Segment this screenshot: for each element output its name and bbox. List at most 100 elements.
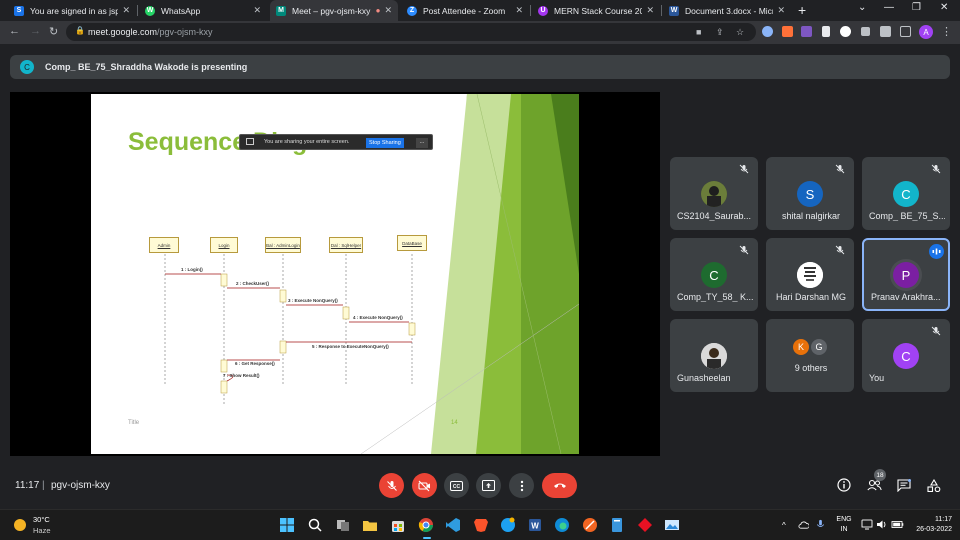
cloud-icon[interactable]	[798, 519, 809, 530]
lifeline-label-bal: Bal : AdminLogin	[265, 237, 301, 253]
minimize-icon[interactable]: —	[884, 2, 894, 13]
camera-toggle-button[interactable]	[412, 473, 437, 498]
participant-tile[interactable]: C Comp_ BE_75_S...	[862, 157, 950, 230]
photos-icon[interactable]	[664, 517, 680, 533]
mic-off-icon	[931, 326, 941, 336]
store-icon[interactable]	[390, 517, 406, 533]
lifeline-text: DataBase	[402, 240, 422, 246]
weather-sun-icon[interactable]	[14, 519, 26, 531]
tab-mern-course[interactable]: U MERN Stack Course 2022 - ✕	[532, 0, 660, 21]
extension-icon[interactable]	[762, 26, 773, 37]
captions-button[interactable]: CC	[444, 473, 469, 498]
close-window-icon[interactable]: ✕	[940, 2, 948, 13]
participant-tile[interactable]: C Comp_TY_58_ K...	[670, 238, 758, 311]
extension-icon[interactable]	[861, 27, 870, 36]
restore-icon[interactable]: ❐	[912, 2, 921, 13]
participant-tile[interactable]: P Pranav Arakhra...	[862, 238, 950, 311]
tab-divider	[661, 5, 662, 16]
tab-search-icon[interactable]: ⌄	[858, 2, 866, 13]
mic-toggle-button[interactable]	[379, 473, 404, 498]
region-indicator[interactable]: IN	[835, 526, 853, 533]
tab-close-icon[interactable]: ✕	[777, 5, 785, 16]
stop-sharing-button[interactable]: Stop Sharing	[366, 138, 404, 148]
leave-call-button[interactable]	[542, 473, 577, 498]
tab-document[interactable]: W Document 3.docx - Microsoft ✕	[663, 0, 791, 21]
vscode-icon[interactable]	[445, 517, 461, 533]
participant-tile[interactable]: S shital nalgirkar	[766, 157, 854, 230]
url-host: meet.google.com	[88, 27, 158, 37]
clock-time[interactable]: 11:17	[912, 516, 952, 523]
language-indicator[interactable]: ENG	[835, 516, 853, 523]
participant-tile[interactable]: Hari Darshan MG	[766, 238, 854, 311]
tab-close-icon[interactable]: ✕	[122, 5, 130, 16]
extension-icon[interactable]	[822, 26, 830, 37]
file-explorer-icon[interactable]	[362, 517, 378, 533]
meeting-details-button[interactable]	[836, 477, 852, 493]
app-icon[interactable]	[582, 517, 598, 533]
presentation-stage[interactable]: Sequence Diagram Admin Login Bal : Admin…	[10, 92, 660, 456]
keep-calm-poster-icon	[797, 262, 823, 288]
tab-whatsapp[interactable]: W WhatsApp ✕	[139, 0, 267, 21]
lock-icon[interactable]: 🔒	[75, 26, 85, 35]
participant-tile[interactable]: Gunasheelan	[670, 319, 758, 392]
word-icon[interactable]: W	[527, 517, 543, 533]
app-icon[interactable]	[609, 517, 625, 533]
extension-icon[interactable]	[782, 26, 793, 37]
app-icon[interactable]	[637, 517, 653, 533]
lifeline-label-admin: Admin	[149, 237, 179, 253]
new-tab-button[interactable]: +	[798, 2, 806, 18]
tab-close-icon[interactable]: ✕	[384, 5, 392, 16]
browser-menu-icon[interactable]: ⋮	[941, 25, 952, 38]
app-icon[interactable]	[500, 517, 516, 533]
search-icon[interactable]	[307, 517, 323, 533]
weather-temperature[interactable]: 30°C	[33, 515, 50, 524]
microphone-icon[interactable]	[815, 519, 826, 530]
tab-jspm[interactable]: S You are signed in as jspm ✕	[8, 0, 136, 21]
participant-name: Gunasheelan	[677, 373, 731, 383]
chat-button[interactable]	[896, 477, 912, 493]
more-options-button[interactable]	[509, 473, 534, 498]
activities-shapes-icon	[927, 478, 941, 492]
url-text[interactable]: meet.google.com/pgv-ojsm-kxy	[88, 27, 213, 37]
tab-zoom[interactable]: Z Post Attendee - Zoom ✕	[401, 0, 529, 21]
address-bar[interactable]: 🔒 meet.google.com/pgv-ojsm-kxy ■ ⇪ ☆	[66, 23, 756, 41]
chrome-icon[interactable]	[418, 517, 434, 533]
profile-avatar[interactable]: A	[919, 25, 933, 39]
self-tile[interactable]: C You	[862, 319, 950, 392]
share-icon[interactable]: ⇪	[716, 27, 724, 38]
participant-name: You	[869, 373, 885, 383]
others-tile[interactable]: K G 9 others	[766, 319, 854, 392]
share-more-button[interactable]: ...	[416, 138, 428, 148]
side-panel-icon[interactable]	[900, 26, 911, 37]
camera-icon[interactable]: ■	[696, 27, 701, 37]
bookmark-star-icon[interactable]: ☆	[736, 27, 744, 38]
show-hidden-icons[interactable]: ^	[782, 521, 786, 530]
edge-icon[interactable]	[554, 517, 570, 533]
activation-box	[408, 322, 416, 336]
activities-button[interactable]	[926, 477, 942, 493]
screen-share-bar: You are sharing your entire screen. Stop…	[239, 134, 433, 150]
present-screen-button[interactable]	[476, 473, 501, 498]
extension-icon[interactable]	[801, 26, 812, 37]
reload-icon[interactable]: ↻	[49, 25, 58, 38]
weather-condition[interactable]: Haze	[33, 526, 51, 535]
tab-meet[interactable]: M Meet – pgv-ojsm-kxy ● ✕	[270, 0, 398, 21]
lifeline-text: Login	[218, 242, 230, 248]
tab-close-icon[interactable]: ✕	[253, 5, 261, 16]
task-view-icon[interactable]	[335, 517, 351, 533]
back-icon[interactable]: ←	[9, 25, 20, 37]
clock-date[interactable]: 26-03-2022	[906, 526, 952, 533]
volume-icon[interactable]	[876, 519, 888, 530]
windows-start-icon[interactable]	[279, 517, 295, 533]
network-icon[interactable]	[861, 519, 873, 530]
people-count-badge: 18	[874, 469, 886, 481]
forward-icon[interactable]: →	[30, 25, 41, 37]
brave-icon[interactable]	[473, 517, 489, 533]
tab-close-icon[interactable]: ✕	[646, 5, 654, 16]
tab-close-icon[interactable]: ✕	[515, 5, 523, 16]
participant-tile[interactable]: CS2104_Saurab...	[670, 157, 758, 230]
participant-avatar: C	[893, 343, 919, 369]
extensions-puzzle-icon[interactable]	[880, 26, 891, 37]
battery-icon[interactable]	[891, 519, 904, 530]
extension-icon[interactable]	[840, 26, 851, 37]
